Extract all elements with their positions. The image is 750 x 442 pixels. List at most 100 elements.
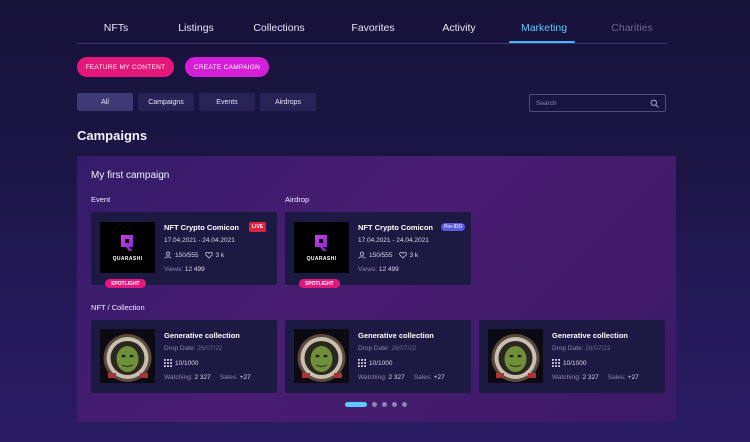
nft-collection-section-label: NFT / Collection [91,303,145,312]
views-label: Views: [358,266,378,273]
watching-sales-line: Watching: 2 327 Sales: +27 [552,374,639,381]
pager-dot-1[interactable] [345,402,367,407]
tab-marketing[interactable]: Marketing [521,22,567,34]
watching-sales-line: Watching: 2 327 Sales: +27 [164,374,251,381]
campaign-title: My first campaign [91,170,170,181]
likes-count: 3 k [215,251,225,259]
quarashi-logo: QUARASHI [100,222,155,273]
carousel-pager [345,402,407,407]
sales-value: +27 [433,374,445,381]
tab-activity[interactable]: Activity [442,22,475,34]
sales-value: +27 [239,374,251,381]
collection-title: Generative collection [358,331,434,340]
airdrop-stats: 150/555 3 k [358,251,418,259]
filter-campaigns[interactable]: Campaigns [138,93,194,111]
create-campaign-button[interactable]: Create campaign [185,57,269,77]
quarashi-q-icon [120,235,133,251]
astronaut-thumbnail [294,329,349,383]
event-dates: 17.04.2021 - 24.04.2021 [164,237,235,244]
views-value: 12 499 [378,266,399,273]
tab-nfts[interactable]: NFTs [104,22,129,34]
tab-listings[interactable]: Listings [178,22,214,34]
drop-date-value: 26/07/22 [585,345,611,352]
watching-label: Watching: [164,374,193,381]
nft-card[interactable]: Generative collection Drop Date: 26/07/2… [91,320,277,393]
section-title: Campaigns [77,128,148,143]
watching-value: 2 327 [194,374,211,381]
watching-label: Watching: [552,374,581,381]
supply-value: 10/1000 [175,359,199,367]
drop-date-line: Drop Date: 26/07/22 [164,345,223,352]
participants-count: 150/555 [175,251,199,259]
supply-line: 10/1000 [358,359,393,367]
watching-label: Watching: [358,374,387,381]
user-icon [164,251,172,259]
spotlight-tag: Spotlight [299,279,340,288]
pager-dot-3[interactable] [382,402,387,407]
supply-value: 10/1000 [563,359,587,367]
pre-ido-badge: Pre-IDO [441,223,466,231]
drop-date-label: Drop Date: [164,345,196,352]
logo-text: QUARASHI [112,256,143,262]
event-section-label: Event [91,195,111,204]
filter-airdrops[interactable]: Airdrops [260,93,316,111]
grid-icon [164,359,172,367]
event-title: NFT Crypto Comicon [164,223,239,232]
filter-all[interactable]: All [77,93,133,111]
views-value: 12 499 [184,266,205,273]
watching-value: 2 327 [388,374,405,381]
heart-icon [398,251,407,259]
grid-icon [358,359,366,367]
supply-value: 10/1000 [369,359,393,367]
airdrop-card[interactable]: QUARASHI Spotlight NFT Crypto Comicon Pr… [285,212,471,288]
sales-label: Sales: [607,374,626,381]
marketplace-tabs: NFTs Listings Collections Favorites Acti… [77,14,667,44]
views-label: Views: [164,266,184,273]
nft-card[interactable]: Generative collection Drop Date: 26/07/2… [285,320,471,393]
astronaut-helmet-icon [294,329,349,383]
pager-dot-4[interactable] [392,402,397,407]
nft-card[interactable]: Generative collection Drop Date: 26/07/2… [479,320,665,393]
astronaut-thumbnail [100,329,155,383]
drop-date-value: 26/07/22 [391,345,417,352]
tab-charities[interactable]: Charities [611,22,652,34]
heart-icon [204,251,213,259]
collection-title: Generative collection [552,331,628,340]
campaign-panel: My first campaign Event Airdrop QUARASHI… [77,156,676,422]
sales-value: +27 [627,374,639,381]
tab-favorites[interactable]: Favorites [351,22,394,34]
tab-collections[interactable]: Collections [253,22,304,34]
pager-dot-5[interactable] [402,402,407,407]
active-tab-indicator [509,41,575,43]
airdrop-section-label: Airdrop [285,195,310,204]
feature-my-content-button[interactable]: Feature my content [77,57,174,77]
views-line: Views: 12 499 [164,266,205,273]
watching-value: 2 327 [582,374,599,381]
astronaut-thumbnail [488,329,543,383]
drop-date-value: 26/07/22 [197,345,223,352]
search-icon[interactable] [650,99,659,108]
collection-title: Generative collection [164,331,240,340]
spotlight-tag: Spotlight [105,279,146,288]
sales-label: Sales: [219,374,238,381]
likes-count: 3 k [409,251,419,259]
quarashi-logo: QUARASHI [294,222,349,273]
search-input[interactable] [536,98,646,109]
drop-date-line: Drop Date: 26/07/22 [552,345,611,352]
supply-line: 10/1000 [552,359,587,367]
views-line: Views: 12 499 [358,266,399,273]
live-badge: LIVE [249,222,267,232]
airdrop-dates: 17.04.2021 - 24.04.2021 [358,237,429,244]
drop-date-label: Drop Date: [552,345,584,352]
sales-label: Sales: [413,374,432,381]
event-card[interactable]: QUARASHI Spotlight NFT Crypto Comicon LI… [91,212,277,288]
grid-icon [552,359,560,367]
event-stats: 150/555 3 k [164,251,224,259]
pager-dot-2[interactable] [372,402,377,407]
watching-sales-line: Watching: 2 327 Sales: +27 [358,374,445,381]
participants-count: 150/555 [369,251,393,259]
supply-line: 10/1000 [164,359,199,367]
filter-events[interactable]: Events [199,93,255,111]
quarashi-q-icon [314,235,327,251]
user-icon [358,251,366,259]
